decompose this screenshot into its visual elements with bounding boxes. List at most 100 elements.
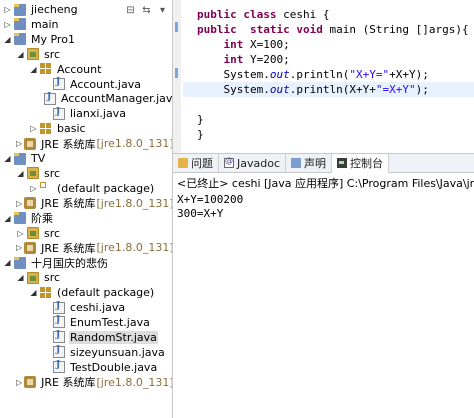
tree-item-label: (default package): [57, 286, 155, 300]
tab-problems[interactable]: 问题: [173, 154, 219, 172]
tree-item[interactable]: ▷ src: [0, 226, 172, 241]
tree-item[interactable]: ceshi.java: [0, 300, 172, 315]
tree-item-label: TestDouble.java: [70, 360, 158, 374]
tree-item-label: JRE 系统库: [41, 197, 96, 211]
tree-item[interactable]: sizeyunsuan.java: [0, 345, 172, 360]
tree-item[interactable]: ▷ (default package): [0, 181, 172, 196]
tree-item[interactable]: ◢ src: [0, 166, 172, 181]
code-line[interactable]: System.out.println(X+Y+"=X+Y");: [183, 82, 474, 97]
code-line[interactable]: [183, 97, 474, 112]
expanded-arrow-icon[interactable]: ◢: [3, 214, 12, 223]
tree-item[interactable]: RandomStr.java: [0, 330, 172, 345]
collapsed-arrow-icon[interactable]: [42, 318, 51, 327]
tab-javadoc[interactable]: Javadoc: [219, 154, 286, 172]
expanded-arrow-icon[interactable]: ◢: [3, 154, 12, 163]
tree-item-label: TV: [31, 152, 46, 165]
console-output[interactable]: X+Y=100200 300=X+Y: [173, 193, 474, 221]
tree-item[interactable]: ▷ main: [0, 17, 172, 32]
console-line: X+Y=100200: [177, 193, 244, 206]
tree-item-label: EnumTest.java: [70, 315, 150, 329]
collapsed-arrow-icon[interactable]: ▷: [16, 378, 22, 387]
library-icon: [24, 197, 37, 210]
collapsed-arrow-icon[interactable]: [42, 363, 51, 372]
code-line[interactable]: public static void main (String []args){: [183, 22, 474, 37]
code-line[interactable]: }: [183, 127, 474, 142]
expanded-arrow-icon[interactable]: ◢: [29, 65, 38, 74]
tree-item-label: JRE 系统库: [41, 376, 96, 389]
project-icon: [14, 33, 26, 46]
collapsed-arrow-icon[interactable]: ▷: [16, 243, 22, 252]
tree-item[interactable]: AccountManager.java: [0, 91, 172, 106]
java-file-icon: [44, 92, 56, 105]
console-view: 问题 Javadoc 声明 控制台 <已终止> ceshi [Java 应用程序] C…: [173, 154, 474, 418]
collapsed-arrow-icon[interactable]: [42, 348, 51, 357]
collapsed-arrow-icon[interactable]: [42, 333, 51, 342]
tab-label: 声明: [304, 157, 326, 170]
collapsed-arrow-icon[interactable]: ▷: [3, 5, 12, 14]
tree-item-label: 十月国庆的悲伤: [31, 256, 108, 270]
collapsed-arrow-icon[interactable]: ▷: [29, 124, 38, 133]
expanded-arrow-icon[interactable]: ◢: [16, 273, 25, 282]
collapsed-arrow-icon[interactable]: ▷: [29, 184, 38, 193]
tab-label: 问题: [191, 157, 213, 170]
tab-declaration[interactable]: 声明: [286, 154, 332, 172]
tree-item-label: main: [31, 17, 59, 31]
tree-item[interactable]: ◢ Account: [0, 62, 172, 77]
source-folder-icon: [27, 167, 39, 180]
collapsed-arrow-icon[interactable]: [42, 303, 51, 312]
collapsed-arrow-icon[interactable]: ▷: [16, 199, 22, 208]
project-icon: [14, 256, 26, 269]
tree-item[interactable]: ▷ jiecheng: [0, 2, 172, 17]
code-line[interactable]: }: [183, 112, 474, 127]
project-tree: ▷jiecheng▷main◢My Pro1◢src◢AccountAccoun…: [0, 0, 172, 418]
collapsed-arrow-icon[interactable]: [42, 109, 51, 118]
tree-item-label: (default package): [57, 181, 155, 195]
tree-item[interactable]: ▷ JRE 系统库 [jre1.8.0_131]: [0, 375, 172, 390]
tree-item[interactable]: ◢ 阶乘: [0, 211, 172, 226]
tab-label: Javadoc: [237, 156, 280, 170]
code-editor[interactable]: public class ceshi {public static void m…: [173, 0, 474, 154]
expanded-arrow-icon[interactable]: ◢: [3, 35, 12, 44]
tab-console[interactable]: 控制台: [332, 154, 389, 173]
tree-item[interactable]: lianxi.java: [0, 106, 172, 121]
tree-item[interactable]: ▷ JRE 系统库 [jre1.8.0_131]: [0, 136, 172, 151]
tree-item[interactable]: TestDouble.java: [0, 360, 172, 375]
tree-item[interactable]: ◢ My Pro1: [0, 32, 172, 47]
code-line[interactable]: System.out.println("X+Y="+X+Y);: [183, 67, 474, 82]
tab-label: 控制台: [350, 157, 383, 170]
package-explorer: ⊟ ⇆ ▾ ▷ jiecheng ▷ main ◢ My Pro1 ◢ src ◢ Account…: [0, 0, 173, 418]
expanded-arrow-icon[interactable]: ◢: [29, 288, 38, 297]
code-line[interactable]: public class ceshi {: [183, 7, 474, 22]
tree-item[interactable]: ◢ 十月国庆的悲伤: [0, 255, 172, 270]
collapsed-arrow-icon[interactable]: ▷: [16, 229, 25, 238]
tree-item[interactable]: ▷ basic: [0, 121, 172, 136]
tree-item[interactable]: ◢ src: [0, 47, 172, 62]
code-line[interactable]: int X=100;: [183, 37, 474, 52]
tree-item-label: jiecheng: [31, 3, 78, 16]
tree-item[interactable]: ▷ JRE 系统库 [jre1.8.0_131]: [0, 240, 172, 255]
code-area[interactable]: public class ceshi {public static void m…: [183, 7, 474, 142]
problems-icon: [178, 158, 188, 168]
tree-item[interactable]: Account.java: [0, 77, 172, 92]
library-icon: [24, 376, 37, 388]
tree-item[interactable]: ◢ TV: [0, 151, 172, 166]
javadoc-icon: [224, 156, 234, 168]
change-marker: [175, 22, 178, 32]
tree-item-label: Account: [57, 62, 102, 76]
project-icon: [14, 18, 26, 31]
collapsed-arrow-icon[interactable]: ▷: [16, 139, 22, 148]
expanded-arrow-icon[interactable]: ◢: [16, 50, 25, 59]
code-line[interactable]: int Y=200;: [183, 52, 474, 67]
tree-item[interactable]: ◢ src: [0, 270, 172, 285]
tree-item[interactable]: EnumTest.java: [0, 315, 172, 330]
expanded-arrow-icon[interactable]: ◢: [3, 258, 12, 267]
java-file-icon: [53, 345, 65, 359]
tree-item[interactable]: ◢ (default package): [0, 285, 172, 300]
java-file-icon: [53, 360, 65, 374]
declaration-icon: [291, 158, 301, 168]
expanded-arrow-icon[interactable]: ◢: [16, 169, 25, 178]
collapsed-arrow-icon[interactable]: ▷: [3, 20, 12, 29]
tree-item[interactable]: ▷ JRE 系统库 [jre1.8.0_131]: [0, 196, 172, 211]
collapsed-arrow-icon[interactable]: [42, 80, 51, 89]
package-icon: [40, 63, 52, 75]
